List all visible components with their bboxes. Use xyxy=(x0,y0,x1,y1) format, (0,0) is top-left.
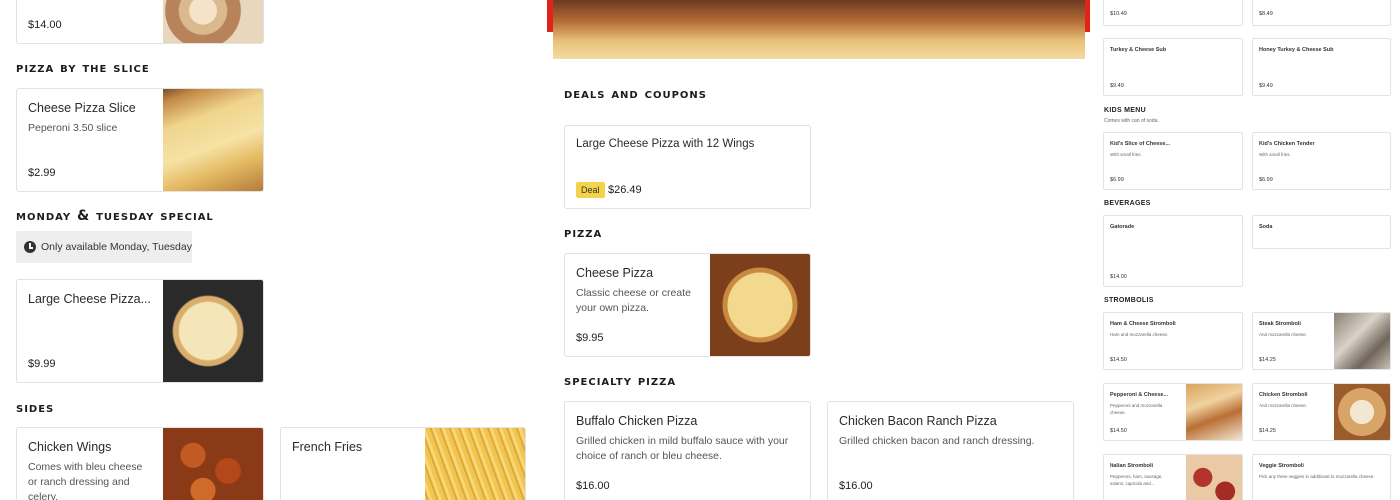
menu-item-card-veggie-stromboli[interactable]: Veggie Stromboli Pick any three veggies … xyxy=(1252,454,1391,500)
menu-item-card-chicken-wings[interactable]: Chicken Wings Comes with bleu cheese or … xyxy=(16,427,264,500)
item-title: Pepperoni & Cheese... xyxy=(1110,392,1169,398)
section-title-strombolis: STROMBOLIS xyxy=(1104,297,1154,304)
item-price: $14.00 xyxy=(28,19,62,31)
menu-item-card-kids-chicken-tender[interactable]: Kid's Chicken Tender With small fries. $… xyxy=(1252,132,1391,190)
item-title: Buffalo Chicken Pizza xyxy=(576,414,698,428)
deal-title: Large Cheese Pizza with 12 Wings xyxy=(576,138,755,150)
item-description: Peperoni 3.50 slice xyxy=(28,122,118,134)
item-description: Grilled chicken in mild buffalo sauce wi… xyxy=(576,435,789,462)
menu-item-card-chicken-stromboli[interactable]: Chicken Stromboli And mozzarella cheese.… xyxy=(1252,383,1391,441)
item-description: Ham and mozzarella cheese. xyxy=(1110,332,1169,337)
deal-card-large-cheese-wings[interactable]: Large Cheese Pizza with 12 Wings Deal $2… xyxy=(564,125,811,209)
deal-price: $26.49 xyxy=(608,184,642,196)
section-title-pizza: pizza xyxy=(564,225,603,241)
item-price: $14.25 xyxy=(1259,357,1276,363)
item-price: $14.25 xyxy=(1259,428,1276,434)
section-title-deals-and-coupons: deals and coupons xyxy=(564,86,707,102)
item-title: Kid's Chicken Tender xyxy=(1259,141,1315,147)
food-image xyxy=(163,280,263,382)
section-title-specialty-pizza: specialty pizza xyxy=(564,373,677,389)
section-title-sides: sides xyxy=(16,400,55,416)
item-price: $6.99 xyxy=(1110,177,1124,183)
menu-item-card-pepperoni-cheese-stromboli[interactable]: Pepperoni & Cheese... Pepperoni and mozz… xyxy=(1103,383,1243,441)
item-price: $9.99 xyxy=(28,358,56,370)
menu-item-card-chicken-bacon-ranch-pizza[interactable]: Chicken Bacon Ranch Pizza Grilled chicke… xyxy=(827,401,1074,500)
item-price: $2.99 xyxy=(28,167,56,179)
menu-item-card-turkey-cheese-sub[interactable]: Turkey & Cheese Sub $9.49 xyxy=(1103,38,1243,96)
item-description: Comes with bleu cheese or ranch dressing… xyxy=(28,461,143,500)
menu-item-card-honey-turkey-cheese-sub[interactable]: Honey Turkey & Cheese Sub $9.49 xyxy=(1252,38,1391,96)
item-title: Steak Stromboli xyxy=(1259,321,1301,327)
item-price: $8.49 xyxy=(1259,11,1273,17)
menu-item-card-large-cheese-special[interactable]: Large Cheese Pizza... $9.99 xyxy=(16,279,264,383)
item-description: And mozzarella cheese. xyxy=(1259,332,1308,337)
item-price: $16.00 xyxy=(576,480,610,492)
section-title-monday-tuesday-special: monday & tuesday special xyxy=(16,208,214,224)
item-title: Cheese Pizza xyxy=(576,266,654,280)
item-description: Grilled chicken bacon and ranch dressing… xyxy=(839,435,1035,447)
item-title: Ham & Cheese Stromboli xyxy=(1110,321,1176,327)
item-price: $10.49 xyxy=(1110,11,1127,17)
food-image xyxy=(1334,313,1390,369)
item-title: French Fries xyxy=(292,440,363,454)
item-description: Classic cheese or create your own pizza. xyxy=(576,287,691,314)
clock-icon xyxy=(24,241,36,253)
section-title-pizza-by-slice: pizza by the slice xyxy=(16,60,150,76)
item-description: With small fries. xyxy=(1259,152,1291,157)
item-price: $9.49 xyxy=(1110,83,1124,89)
menu-item-card-ham-cheese-stromboli[interactable]: Ham & Cheese Stromboli Ham and mozzarell… xyxy=(1103,312,1243,370)
item-price: $14.00 xyxy=(1110,274,1127,280)
section-title-kids-menu: KIDS MENU xyxy=(1104,107,1146,114)
availability-text: Only available Monday, Tuesday xyxy=(41,241,192,253)
menu-item-card-soda[interactable]: Soda xyxy=(1252,215,1391,249)
food-image xyxy=(710,254,810,356)
menu-item-card-sub-top-2[interactable]: $8.49 xyxy=(1252,0,1391,26)
menu-item-card-top[interactable]: $14.00 xyxy=(16,0,264,44)
hero-image xyxy=(553,0,1085,59)
item-description: Pepperoni, ham, sausage, salami, capicol… xyxy=(1110,474,1163,486)
menu-item-card-cheese-slice[interactable]: Cheese Pizza Slice Peperoni 3.50 slice $… xyxy=(16,88,264,192)
food-image xyxy=(1186,384,1242,440)
section-subtitle-kids-menu: Comes with can of soda. xyxy=(1104,118,1159,124)
item-price: $6.99 xyxy=(1259,177,1273,183)
menu-item-card-italian-stromboli[interactable]: Italian Stromboli Pepperoni, ham, sausag… xyxy=(1103,454,1243,500)
food-image xyxy=(163,0,263,43)
item-price: $14.50 xyxy=(1110,428,1127,434)
section-title-beverages: BEVERAGES xyxy=(1104,200,1151,207)
menu-item-card-buffalo-chicken-pizza[interactable]: Buffalo Chicken Pizza Grilled chicken in… xyxy=(564,401,811,500)
menu-item-card-cheese-pizza[interactable]: Cheese Pizza Classic cheese or create yo… xyxy=(564,253,811,357)
food-image xyxy=(1334,384,1390,440)
menu-item-card-steak-stromboli[interactable]: Steak Stromboli And mozzarella cheese. $… xyxy=(1252,312,1391,370)
menu-item-card-kids-slice[interactable]: Kid's Slice of Cheese... With small frie… xyxy=(1103,132,1243,190)
item-title: Chicken Bacon Ranch Pizza xyxy=(839,414,997,428)
item-title: Kid's Slice of Cheese... xyxy=(1110,141,1170,147)
deal-badge: Deal xyxy=(576,182,605,198)
item-description: And mozzarella cheese. xyxy=(1259,403,1308,408)
item-title: Gatorade xyxy=(1110,224,1135,230)
item-title: Soda xyxy=(1259,224,1273,230)
food-image xyxy=(425,428,525,500)
food-image xyxy=(163,89,263,191)
item-title: Honey Turkey & Cheese Sub xyxy=(1259,47,1334,53)
item-title: Veggie Stromboli xyxy=(1259,463,1304,469)
menu-item-card-sub-top-1[interactable]: $10.49 xyxy=(1103,0,1243,26)
item-title: Chicken Wings xyxy=(28,440,112,454)
item-price: $16.00 xyxy=(839,480,873,492)
item-price: $9.49 xyxy=(1259,83,1273,89)
food-image xyxy=(1186,455,1242,500)
item-title: Cheese Pizza Slice xyxy=(28,101,136,115)
availability-banner: Only available Monday, Tuesday xyxy=(16,231,192,263)
food-image xyxy=(163,428,263,500)
item-title: Italian Stromboli xyxy=(1110,463,1154,469)
menu-item-card-gatorade[interactable]: Gatorade $14.00 xyxy=(1103,215,1243,287)
item-description: With small fries. xyxy=(1110,152,1142,157)
item-price: $14.50 xyxy=(1110,357,1127,363)
item-description: Pick any three veggies in additional to … xyxy=(1259,474,1375,479)
item-title: Chicken Stromboli xyxy=(1259,392,1308,398)
item-title: Large Cheese Pizza... xyxy=(28,292,151,306)
item-price: $9.95 xyxy=(576,332,604,344)
menu-item-card-french-fries[interactable]: French Fries xyxy=(280,427,526,500)
item-title: Turkey & Cheese Sub xyxy=(1110,47,1167,53)
item-description: Pepperoni and mozzarella cheese. xyxy=(1110,403,1163,415)
